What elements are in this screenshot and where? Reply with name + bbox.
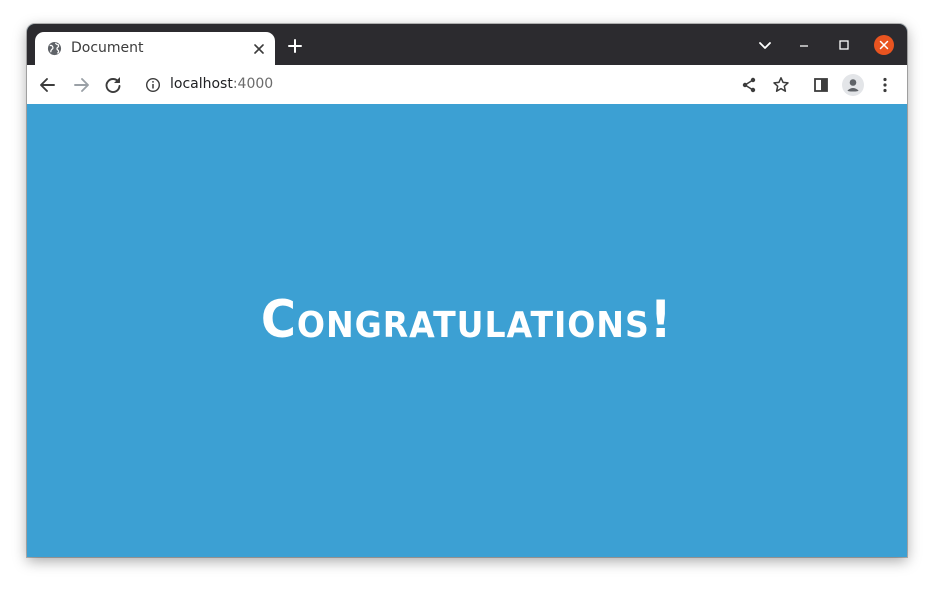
- minimize-icon[interactable]: [795, 36, 813, 54]
- browser-toolbar: localhost:4000: [27, 65, 907, 105]
- kebab-menu-icon[interactable]: [875, 75, 895, 95]
- star-icon[interactable]: [771, 75, 791, 95]
- close-icon[interactable]: [873, 34, 895, 56]
- headline-container: Congratulations!: [27, 104, 907, 557]
- side-panel-icon[interactable]: [811, 75, 831, 95]
- info-icon[interactable]: [145, 77, 161, 93]
- url-port: :4000: [232, 76, 274, 92]
- share-icon[interactable]: [739, 75, 759, 95]
- tab-close-icon[interactable]: [251, 41, 267, 57]
- url-host: localhost: [170, 76, 233, 92]
- page-content: Congratulations!: [27, 104, 907, 557]
- reload-icon[interactable]: [103, 75, 123, 95]
- back-arrow-icon[interactable]: [38, 75, 58, 95]
- congratulations-heading: Congratulations!: [261, 289, 673, 350]
- new-tab-icon[interactable]: [287, 38, 303, 54]
- url-text: localhost:4000: [170, 76, 273, 93]
- address-bar[interactable]: localhost:4000: [136, 69, 800, 100]
- title-bar: Document: [27, 24, 907, 65]
- browser-window: Document localhost:4000 Congratulations!: [27, 24, 907, 557]
- chevron-down-icon[interactable]: [756, 36, 774, 54]
- tab-document[interactable]: Document: [35, 32, 275, 65]
- profile-icon[interactable]: [841, 73, 865, 97]
- globe-icon: [47, 41, 62, 56]
- tab-title: Document: [71, 40, 144, 56]
- maximize-icon[interactable]: [835, 36, 853, 54]
- forward-arrow-icon[interactable]: [71, 75, 91, 95]
